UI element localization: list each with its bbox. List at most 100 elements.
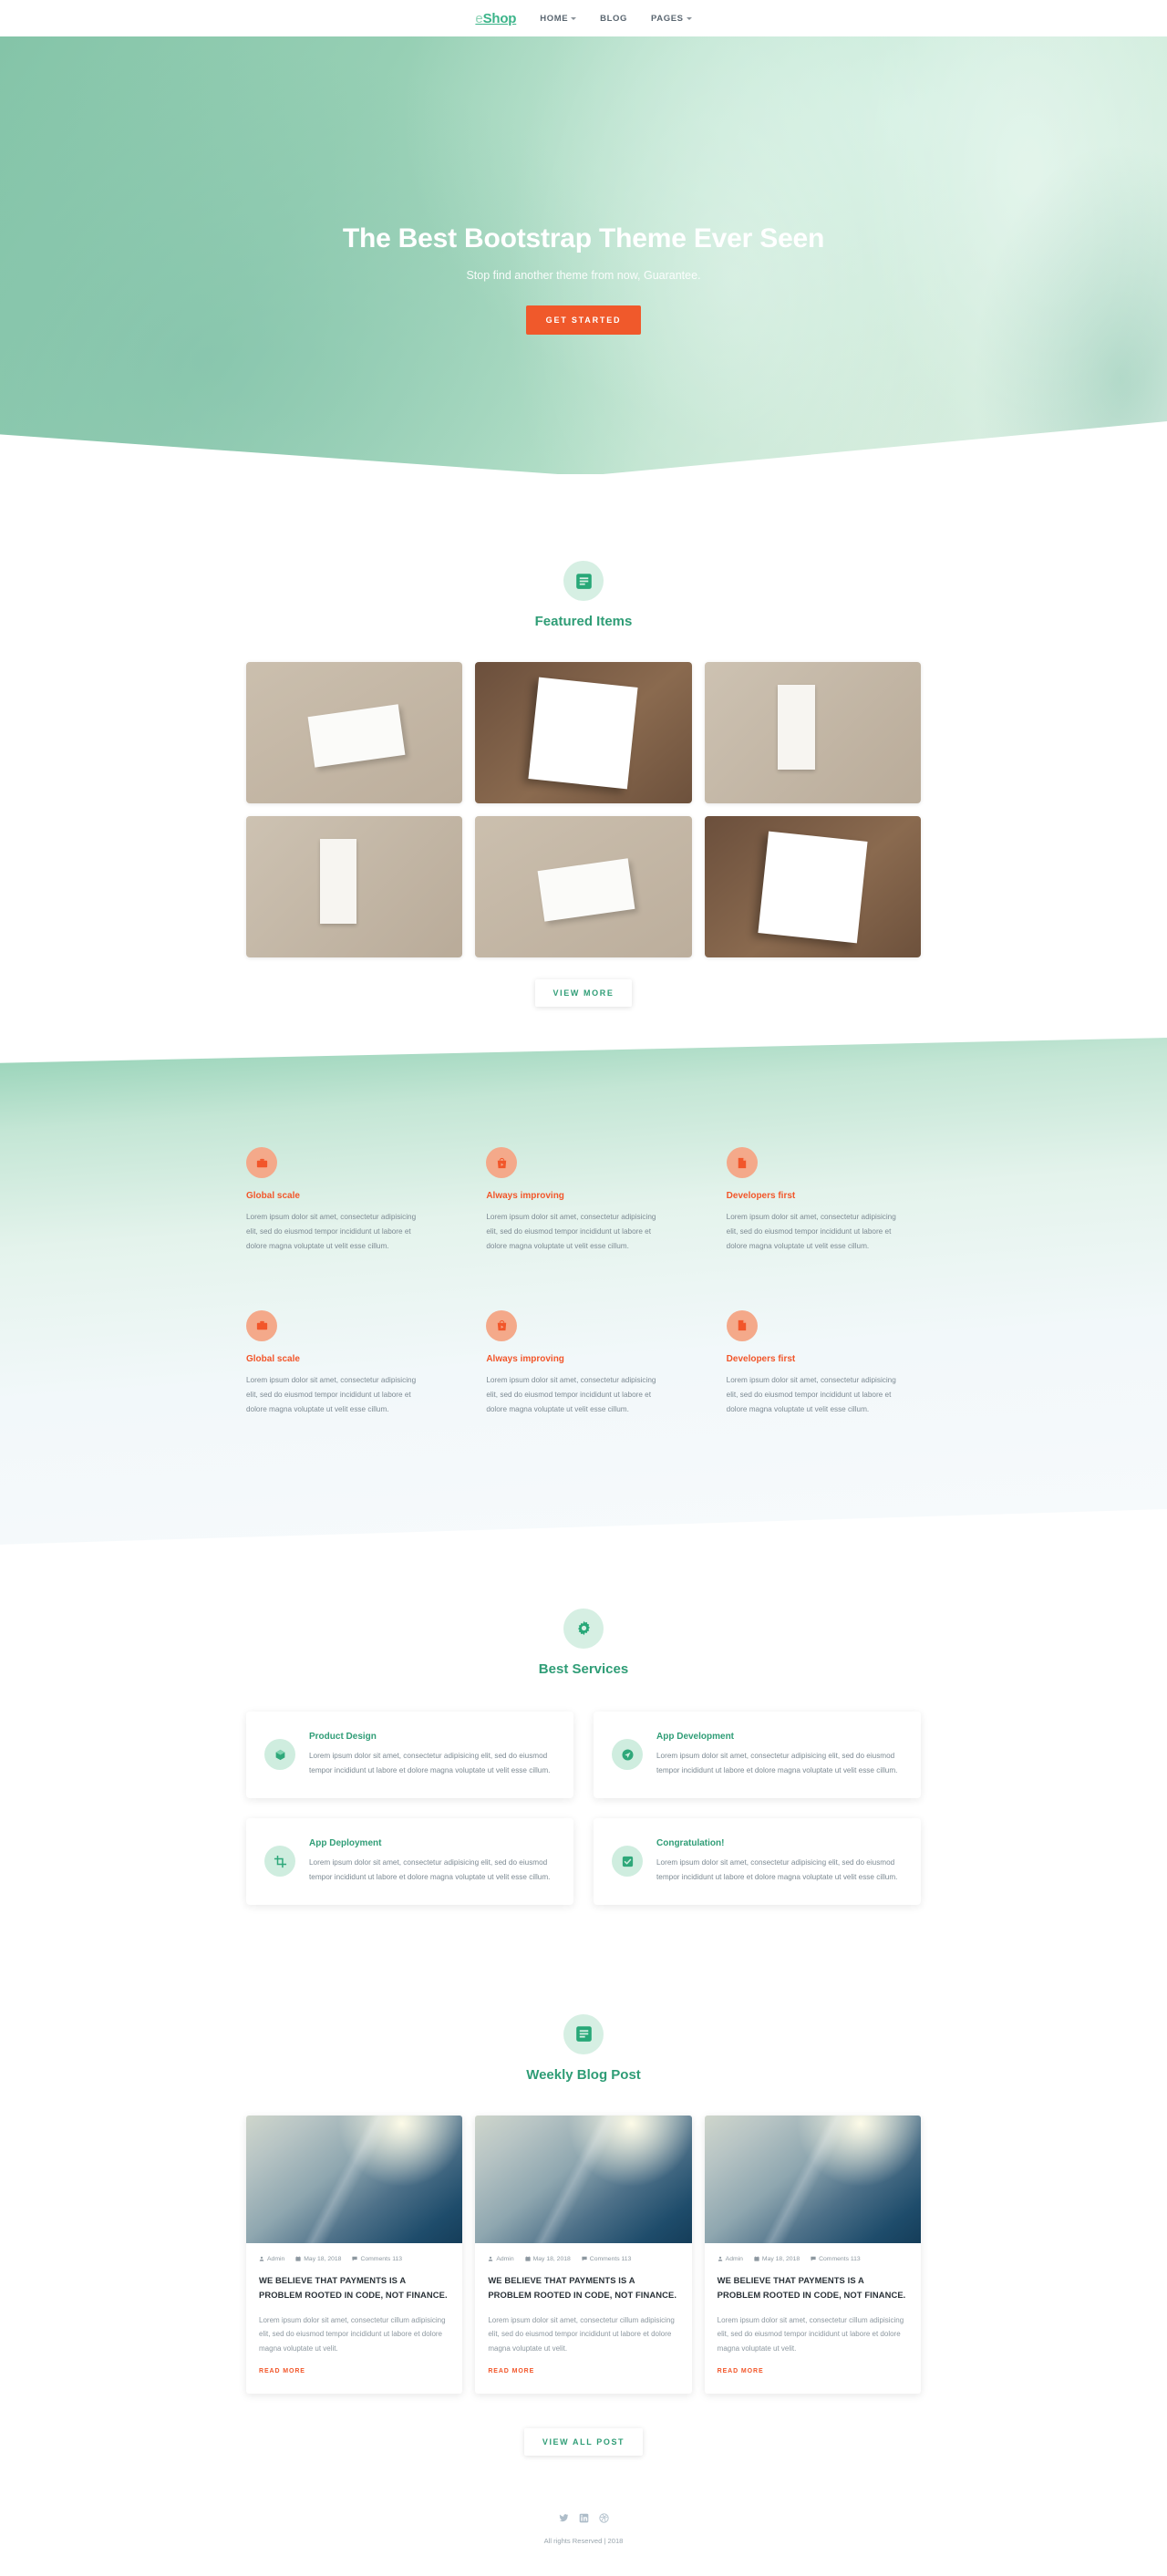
service-card[interactable]: App Development Lorem ipsum dolor sit am… — [594, 1711, 921, 1798]
read-more-link[interactable]: READ MORE — [488, 2368, 534, 2374]
cube-icon — [264, 1739, 295, 1771]
feature-text: Lorem ipsum dolor sit amet, consectetur … — [246, 1375, 417, 1413]
featured-items-section: Featured Items VIEW MORE — [0, 474, 1167, 1054]
feature-text: Lorem ipsum dolor sit amet, consectetur … — [726, 1213, 896, 1250]
blog-card[interactable]: Admin May 18, 2018 Comments 113 WE BELIE… — [246, 2115, 463, 2394]
service-card-title: Product Design — [309, 1732, 377, 1743]
blog-card[interactable]: Admin May 18, 2018 Comments 113 WE BELIE… — [475, 2115, 692, 2394]
nav-item-pages[interactable]: PAGES — [651, 14, 692, 24]
view-all-post-button[interactable]: VIEW ALL POST — [523, 2427, 644, 2456]
nav-item-pages-label: PAGES — [651, 13, 684, 24]
feature-title: Developers first — [726, 1191, 796, 1201]
blog-meta: Admin May 18, 2018 Comments 113 — [259, 2256, 449, 2262]
chevron-down-icon — [686, 16, 692, 20]
nav-item-home-label: HOME — [540, 13, 569, 24]
blog-post-title: WE BELIEVE THAT PAYMENTS IS A PROBLEM RO… — [259, 2274, 448, 2301]
file-document-icon — [726, 1147, 758, 1178]
services-section-title: Best Services — [538, 1660, 629, 1677]
social-links — [0, 2512, 1167, 2524]
featured-grid — [246, 662, 921, 957]
service-card-text: Lorem ipsum dolor sit amet, consectetur … — [309, 1858, 551, 1881]
service-card[interactable]: App Deployment Lorem ipsum dolor sit ame… — [246, 1817, 573, 1905]
blog-date: May 18, 2018 — [524, 2256, 571, 2262]
nav-links: HOME BLOG PAGES — [540, 13, 692, 24]
featured-section-title: Featured Items — [534, 614, 633, 629]
service-card-title: App Development — [656, 1732, 735, 1743]
blog-comments: Comments 113 — [811, 2256, 861, 2262]
feature-title: Global scale — [246, 1353, 300, 1364]
service-card-text: Lorem ipsum dolor sit amet, consectetur … — [656, 1752, 898, 1774]
blog-grid: Admin May 18, 2018 Comments 113 WE BELIE… — [246, 2115, 921, 2394]
view-more-button[interactable]: VIEW MORE — [534, 979, 633, 1007]
calendar-icon — [295, 2256, 301, 2262]
featured-thumb[interactable] — [704, 662, 921, 803]
page-root: eShop HOME BLOG PAGES The Best Bootstrap… — [0, 0, 1167, 2576]
service-card[interactable]: Product Design Lorem ipsum dolor sit ame… — [246, 1711, 573, 1798]
calendar-icon — [524, 2256, 531, 2262]
blog-date: May 18, 2018 — [754, 2256, 800, 2262]
hero-subtitle: Stop find another theme from now, Guaran… — [466, 269, 701, 282]
featured-section-header: Featured Items — [0, 561, 1167, 629]
blog-thumbnail — [475, 2115, 692, 2243]
document-lines-icon — [563, 2013, 604, 2054]
blog-card-body: Admin May 18, 2018 Comments 113 WE BELIE… — [246, 2243, 462, 2394]
feature-item: Developers first Lorem ipsum dolor sit a… — [726, 1147, 921, 1254]
crop-icon — [264, 1846, 295, 1878]
blog-post-title: WE BELIEVE THAT PAYMENTS IS A PROBLEM RO… — [717, 2274, 906, 2301]
blog-comments: Comments 113 — [582, 2256, 631, 2262]
services-section: Best Services Product Design Lorem ipsum… — [0, 1544, 1167, 1960]
user-icon — [718, 2257, 722, 2262]
feature-item: Always improving Lorem ipsum dolor sit a… — [486, 1147, 680, 1254]
featured-thumb[interactable] — [475, 816, 692, 957]
linkedin-icon[interactable] — [578, 2512, 590, 2524]
chevron-down-icon — [571, 16, 577, 20]
file-document-icon — [726, 1309, 758, 1341]
blog-meta: Admin May 18, 2018 Comments 113 — [718, 2256, 908, 2262]
service-card-body: Congratulation! Lorem ipsum dolor sit am… — [656, 1838, 903, 1884]
get-started-button[interactable]: GET STARTED — [525, 305, 642, 335]
feature-title: Developers first — [726, 1353, 796, 1364]
blog-card[interactable]: Admin May 18, 2018 Comments 113 WE BELIE… — [704, 2115, 921, 2394]
featured-thumb[interactable] — [704, 816, 921, 957]
brand-prefix: e — [475, 10, 483, 26]
brand-main: Shop — [482, 10, 517, 26]
service-card-text: Lorem ipsum dolor sit amet, consectetur … — [309, 1752, 551, 1774]
blog-post-excerpt: Lorem ipsum dolor sit amet, consectetur … — [259, 2315, 446, 2353]
navbar: eShop HOME BLOG PAGES — [0, 0, 1167, 36]
blog-date: May 18, 2018 — [295, 2256, 341, 2262]
paper-plane-icon — [612, 1739, 643, 1771]
read-more-link[interactable]: READ MORE — [259, 2368, 305, 2374]
blog-post-excerpt: Lorem ipsum dolor sit amet, consectetur … — [488, 2315, 675, 2353]
nav-item-blog[interactable]: BLOG — [600, 14, 627, 24]
nav-item-home[interactable]: HOME — [540, 13, 577, 24]
twitter-icon[interactable] — [558, 2512, 570, 2524]
service-card[interactable]: Congratulation! Lorem ipsum dolor sit am… — [594, 1817, 921, 1905]
blog-author: Admin — [488, 2256, 514, 2262]
nav-item-blog-label: BLOG — [600, 13, 628, 24]
features-band: Global scale Lorem ipsum dolor sit amet,… — [0, 1038, 1167, 1545]
featured-thumb[interactable] — [246, 816, 463, 957]
view-all-wrapper: VIEW ALL POST — [0, 2427, 1167, 2456]
comment-icon — [811, 2257, 816, 2261]
feature-item: Always improving Lorem ipsum dolor sit a… — [486, 1309, 680, 1417]
blog-card-body: Admin May 18, 2018 Comments 113 WE BELIE… — [475, 2243, 691, 2394]
user-icon — [489, 2257, 493, 2262]
featured-thumb[interactable] — [475, 662, 692, 803]
service-card-body: App Deployment Lorem ipsum dolor sit ame… — [309, 1838, 555, 1884]
blog-author: Admin — [259, 2256, 284, 2262]
featured-thumb[interactable] — [246, 662, 463, 803]
brand-logo[interactable]: eShop — [475, 11, 516, 26]
feature-item: Developers first Lorem ipsum dolor sit a… — [726, 1309, 921, 1417]
feature-title: Always improving — [486, 1353, 564, 1364]
feature-text: Lorem ipsum dolor sit amet, consectetur … — [726, 1375, 896, 1413]
blog-section-header: Weekly Blog Post — [0, 2013, 1167, 2083]
service-card-body: App Development Lorem ipsum dolor sit am… — [656, 1732, 903, 1777]
shopping-bag-play-icon — [486, 1147, 518, 1178]
briefcase-icon — [246, 1147, 277, 1178]
read-more-link[interactable]: READ MORE — [718, 2368, 764, 2374]
blog-meta: Admin May 18, 2018 Comments 113 — [488, 2256, 678, 2262]
dribbble-icon[interactable] — [598, 2512, 610, 2524]
blog-card-body: Admin May 18, 2018 Comments 113 WE BELIE… — [705, 2243, 921, 2394]
blog-thumbnail — [246, 2115, 463, 2243]
services-grid: Product Design Lorem ipsum dolor sit ame… — [246, 1711, 921, 1905]
